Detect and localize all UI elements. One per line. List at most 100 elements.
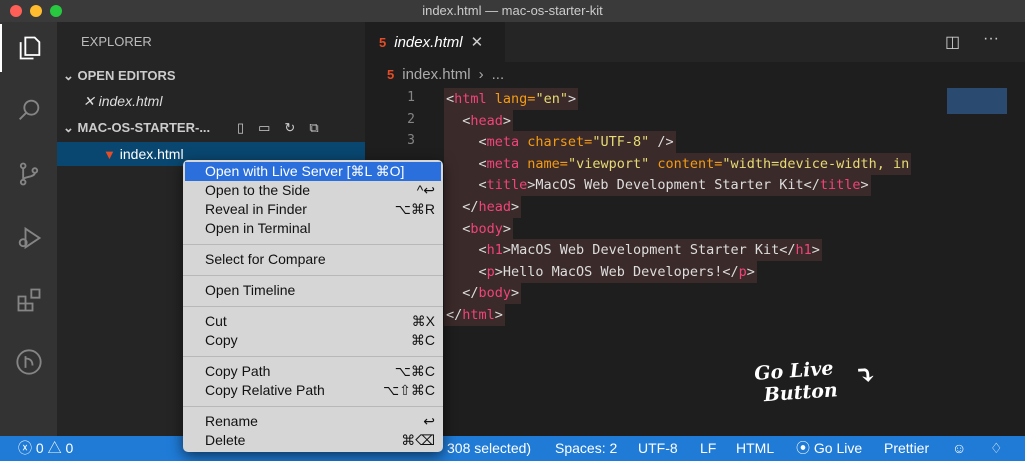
notifications-icon[interactable]: ♢ (990, 436, 1003, 461)
code-token: "en" (535, 91, 568, 107)
code-token: lang= (486, 91, 536, 107)
minimap[interactable] (947, 88, 1007, 114)
code-token: body (470, 220, 503, 237)
more-actions-icon[interactable]: ··· (983, 30, 999, 48)
context-menu: Open with Live Server [⌘L ⌘O] Open to the… (183, 160, 443, 452)
code-token: > (567, 91, 577, 107)
open-editors-section[interactable]: ⌄ OPEN EDITORS (57, 64, 365, 88)
breadcrumb-more[interactable]: ... (492, 66, 505, 83)
code-line[interactable]: <h1>MacOS Web Development Starter Kit</h… (444, 239, 822, 262)
code-line[interactable]: </head> (444, 196, 522, 218)
annotation: Go Live Button ⤵ (754, 357, 878, 407)
code-token: >Hello MacOS Web Developers!</ (494, 263, 739, 280)
code-line[interactable]: <meta charset="UTF-8" /> (444, 131, 676, 154)
eol-status[interactable]: LF (700, 436, 716, 461)
code-line[interactable]: <body> (444, 217, 514, 240)
line-number: 1 (407, 90, 415, 105)
problems-indicator[interactable]: ⓧ 0 △ 0 (18, 436, 73, 461)
folder-section[interactable]: ⌄ MAC-OS-STARTER-... ▯▭↻⧉ (57, 116, 365, 140)
menu-item-label: Copy Relative Path (205, 382, 325, 398)
tab-bar: 5 index.html ✕ ◫ ··· (365, 22, 1025, 62)
breadcrumb-file[interactable]: index.html (402, 66, 470, 83)
code-token: p (738, 263, 747, 280)
code-token: < (446, 177, 487, 194)
menu-item-label: Copy Path (205, 363, 271, 379)
code-token: > (502, 220, 512, 237)
open-editor-item[interactable]: ✕ index.html (57, 89, 365, 113)
code-token: h1 (486, 242, 503, 259)
code-line[interactable]: <p>Hello MacOS Web Developers!</p> (444, 260, 757, 283)
zoom-window-button[interactable] (50, 5, 62, 17)
arrow-icon: ⤵ (853, 360, 878, 392)
code-token: head (478, 199, 512, 215)
html-file-icon: 5 (379, 34, 387, 50)
encoding-status[interactable]: UTF-8 (638, 436, 678, 461)
menu-item-label: Open Timeline (205, 282, 296, 298)
menu-item-open-in-terminal[interactable]: Open in Terminal (183, 219, 443, 238)
explorer-icon[interactable] (0, 24, 57, 72)
menu-item-label: Open to the Side (205, 182, 311, 198)
code-line[interactable]: <meta name="viewport" content="width=dev… (444, 152, 912, 175)
menu-item-shortcut: ⌘⌫ (401, 432, 435, 448)
close-icon[interactable]: ✕ (83, 93, 95, 109)
close-tab-icon[interactable]: ✕ (471, 33, 484, 51)
menu-item-open-to-the-side[interactable]: Open to the Side ^↩ (183, 181, 443, 200)
tab-label: index.html (394, 33, 463, 51)
extensions-icon[interactable] (0, 276, 57, 324)
search-icon[interactable] (0, 86, 57, 134)
language-status[interactable]: HTML (736, 436, 774, 461)
source-control-icon[interactable] (0, 150, 57, 198)
live-share-icon[interactable] (0, 338, 57, 386)
line-number: 2 (407, 111, 415, 127)
broadcast-icon: ⦿ (796, 440, 810, 456)
code-token: h1 (795, 242, 812, 259)
window-title: index.html — mac-os-starter-kit (422, 3, 603, 18)
code-token: < (446, 220, 471, 237)
code-token: title (819, 177, 861, 194)
feedback-icon[interactable]: ☺ (952, 436, 966, 461)
menu-item-select-for-compare[interactable]: Select for Compare (183, 250, 443, 269)
code-token: "width=device-width, in (722, 155, 910, 172)
go-live-button[interactable]: ⦿ Go Live (796, 436, 862, 461)
code-token: > (494, 307, 503, 323)
menu-item-cut[interactable]: Cut ⌘X (183, 312, 443, 331)
selection-status[interactable]: 308 selected) (447, 436, 531, 461)
menu-item-copy-path[interactable]: Copy Path ⌥⌘C (183, 362, 443, 381)
split-editor-icon[interactable]: ◫ (945, 32, 960, 52)
folder-actions[interactable]: ▯▭↻⧉ (237, 116, 333, 140)
menu-item-copy-relative-path[interactable]: Copy Relative Path ⌥⇧⌘C (183, 381, 443, 400)
code-line[interactable]: < title>MacOS Web Development Starter Kit… (444, 174, 871, 197)
menu-item-shortcut: ⌥⌘C (394, 363, 435, 379)
menu-separator (183, 305, 443, 307)
code-token: > (502, 112, 512, 129)
menu-item-copy[interactable]: Copy ⌘C (183, 331, 443, 350)
menu-separator (183, 243, 443, 245)
code-token: meta (486, 155, 520, 172)
code-line[interactable]: </body> (444, 282, 522, 305)
html-file-icon: 5 (387, 67, 395, 82)
menu-item-rename[interactable]: Rename ↩ (183, 412, 443, 431)
debug-icon[interactable] (0, 214, 57, 262)
menu-item-label: Open in Terminal (205, 220, 311, 236)
code-token: head (470, 112, 503, 129)
html-file-icon: ▼ (103, 147, 116, 162)
code-line[interactable]: <head> (444, 109, 514, 132)
tab-index-html[interactable]: 5 index.html ✕ (365, 22, 505, 62)
menu-item-delete[interactable]: Delete ⌘⌫ (183, 431, 443, 450)
breadcrumb: 5 index.html ›... (387, 66, 505, 83)
menu-item-reveal-in-finder[interactable]: Reveal in Finder ⌥⌘R (183, 200, 443, 219)
sidebar-title: EXPLORER (81, 34, 152, 49)
close-window-button[interactable] (10, 5, 22, 17)
code-line[interactable]: </html> (444, 304, 505, 326)
status-bar: ⓧ 0 △ 0 308 selected) Spaces: 2 UTF-8 LF… (0, 436, 1025, 461)
prettier-status[interactable]: Prettier (884, 436, 929, 461)
code-line[interactable]: <html lang="en"> (444, 88, 579, 110)
indentation-status[interactable]: Spaces: 2 (555, 436, 617, 461)
code-token: html (454, 91, 487, 107)
menu-item-open-timeline[interactable]: Open Timeline (183, 281, 443, 300)
minimize-window-button[interactable] (30, 5, 42, 17)
code-token: >MacOS Web Development Starter Kit</ (527, 177, 820, 194)
menu-item-open-with-live-server-l-o[interactable]: Open with Live Server [⌘L ⌘O] (185, 162, 441, 181)
menu-item-label: Select for Compare (205, 251, 326, 267)
menu-item-label: Delete (205, 432, 246, 448)
